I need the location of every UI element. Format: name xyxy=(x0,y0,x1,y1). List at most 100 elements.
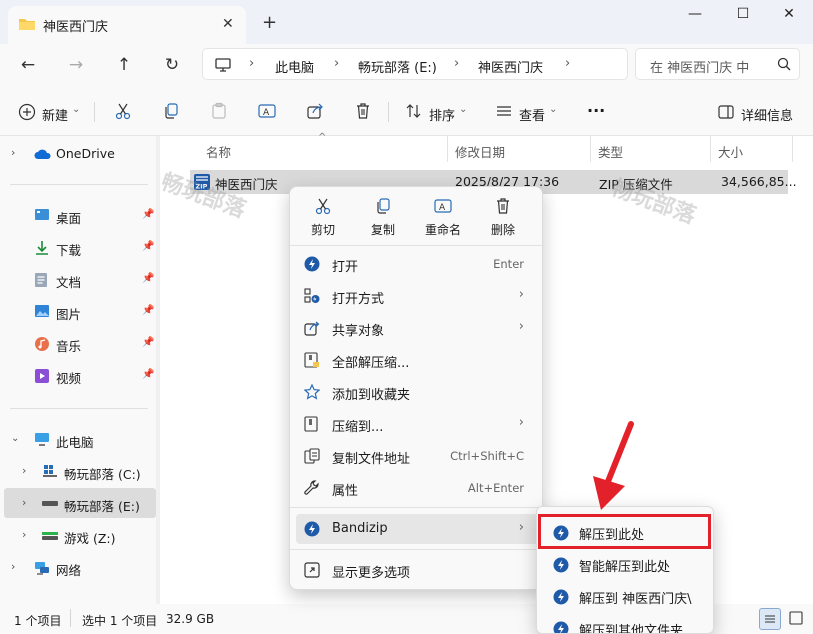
minimize-button[interactable]: — xyxy=(672,6,718,28)
pictures-icon xyxy=(34,304,50,318)
sidebar-item-drive-e[interactable]: › 畅玩部落 (E:) xyxy=(4,488,156,518)
menu-item-compress-to[interactable]: 压缩到... › xyxy=(296,409,538,439)
address-bar[interactable]: › 此电脑 › 畅玩部落 (E:) › 神医西门庆 › xyxy=(202,48,628,80)
tab-close-icon[interactable]: ✕ xyxy=(222,16,234,32)
column-divider[interactable] xyxy=(590,136,591,162)
cut-button[interactable]: 剪切 xyxy=(298,195,348,243)
new-tab-button[interactable]: + xyxy=(262,12,277,33)
menu-item-open-with[interactable]: 打开方式 › xyxy=(296,281,538,311)
copy-icon xyxy=(358,197,408,215)
column-divider[interactable] xyxy=(710,136,711,162)
chevron-right-icon: › xyxy=(454,56,460,71)
submenu-item-extract-to-folder[interactable]: 解压到 神医西门庆\ xyxy=(541,581,711,611)
pin-icon: 📌 xyxy=(142,369,155,380)
breadcrumb-item[interactable]: 此电脑 xyxy=(275,57,314,76)
menu-item-label: 压缩到... xyxy=(332,420,384,435)
title-bar: 神医西门庆 ✕ + — ☐ ✕ xyxy=(0,0,813,44)
details-button[interactable]: 详细信息 xyxy=(741,105,793,124)
navigation-pane: › OneDrive 桌面 📌 下载 📌 文档 📌 图片 📌 音乐 📌 视频 📌… xyxy=(0,136,160,604)
menu-divider xyxy=(290,549,542,550)
column-header-date[interactable]: 修改日期 xyxy=(455,142,505,161)
column-header-name[interactable]: 名称 xyxy=(206,142,231,161)
share-icon xyxy=(304,320,320,336)
chevron-down-icon[interactable]: ⌄ xyxy=(11,433,19,444)
sidebar-item-label: 文档 xyxy=(56,275,82,290)
sidebar-item-this-pc[interactable]: ⌄ 此电脑 xyxy=(0,424,156,454)
menu-item-properties[interactable]: 属性 Alt+Enter xyxy=(296,473,538,503)
chevron-right-icon[interactable]: › xyxy=(22,496,26,509)
menu-item-share[interactable]: 共享对象 › xyxy=(296,313,538,343)
chevron-right-icon: › xyxy=(518,319,524,334)
forward-button[interactable]: → xyxy=(65,55,87,77)
music-icon xyxy=(34,336,50,352)
breadcrumb-item[interactable]: 畅玩部落 (E:) xyxy=(358,57,437,76)
back-button[interactable]: ← xyxy=(17,55,39,77)
sidebar-item-desktop[interactable]: 桌面 📌 xyxy=(0,200,156,230)
delete-button[interactable]: 删除 xyxy=(478,195,528,243)
menu-item-open[interactable]: 打开 Enter xyxy=(296,249,538,279)
chevron-right-icon[interactable]: › xyxy=(22,528,26,541)
chevron-right-icon[interactable]: › xyxy=(22,464,26,477)
column-divider[interactable] xyxy=(792,136,793,162)
copy-icon[interactable] xyxy=(162,102,180,120)
sort-button[interactable]: 排序 xyxy=(429,105,455,124)
menu-item-copy-path[interactable]: 复制文件地址 Ctrl+Shift+C xyxy=(296,441,538,471)
menu-item-add-to-favorites[interactable]: 添加到收藏夹 xyxy=(296,377,538,407)
column-header-size[interactable]: 大小 xyxy=(718,142,743,161)
sidebar-item-label: 畅玩部落 (C:) xyxy=(64,467,141,482)
sidebar-item-drive-c[interactable]: › 畅玩部落 (C:) xyxy=(0,456,156,486)
paste-icon[interactable] xyxy=(210,102,228,120)
shortcut-label: Ctrl+Shift+C xyxy=(450,449,524,463)
sidebar-item-documents[interactable]: 文档 📌 xyxy=(0,264,156,294)
rename-icon: A xyxy=(418,197,468,215)
submenu-item-extract-to-other[interactable]: 解压到其他文件夹... xyxy=(541,613,711,633)
search-input[interactable]: 在 神医西门庆 中 xyxy=(635,48,800,80)
sidebar-item-pictures[interactable]: 图片 📌 xyxy=(0,296,156,326)
share-icon[interactable] xyxy=(306,102,324,120)
chevron-right-icon: › xyxy=(334,56,340,71)
shortcut-label: Enter xyxy=(493,257,524,271)
details-pane-icon xyxy=(718,104,734,120)
menu-item-label: 打开方式 xyxy=(332,292,385,307)
breadcrumb-item[interactable]: 神医西门庆 xyxy=(478,57,543,76)
menu-item-label: 全部解压缩... xyxy=(332,356,410,371)
chevron-down-icon: ⌄ xyxy=(72,104,81,115)
close-button[interactable]: ✕ xyxy=(766,6,812,28)
submenu-item-smart-extract[interactable]: 智能解压到此处 xyxy=(541,549,711,579)
rename-icon[interactable]: A xyxy=(258,102,276,120)
new-button[interactable]: 新建 xyxy=(42,105,68,124)
copy-button[interactable]: 复制 xyxy=(358,195,408,243)
maximize-button[interactable]: ☐ xyxy=(720,6,766,28)
chevron-right-icon[interactable]: › xyxy=(11,146,15,159)
column-header-type[interactable]: 类型 xyxy=(598,142,623,161)
more-options-button[interactable]: ··· xyxy=(587,101,605,120)
chevron-right-icon[interactable]: › xyxy=(565,56,570,71)
network-icon xyxy=(34,560,50,576)
chevron-right-icon: › xyxy=(249,56,255,71)
sidebar-item-music[interactable]: 音乐 📌 xyxy=(0,328,156,358)
chevron-right-icon[interactable]: › xyxy=(11,560,15,573)
menu-item-show-more-options[interactable]: 显示更多选项 xyxy=(296,555,538,585)
sidebar-item-downloads[interactable]: 下载 📌 xyxy=(0,232,156,262)
tab-active[interactable]: 神医西门庆 ✕ xyxy=(8,6,246,44)
sidebar-item-videos[interactable]: 视频 📌 xyxy=(0,360,156,390)
cut-icon[interactable] xyxy=(114,102,132,120)
search-placeholder: 在 神医西门庆 中 xyxy=(650,61,750,76)
menu-item-bandizip[interactable]: Bandizip › xyxy=(296,514,538,544)
rename-button[interactable]: A 重命名 xyxy=(418,195,468,243)
show-more-icon xyxy=(304,562,320,578)
delete-icon[interactable] xyxy=(354,102,372,120)
sidebar-item-drive-z[interactable]: › 游戏 (Z:) xyxy=(0,520,156,550)
details-view-button[interactable] xyxy=(759,608,781,630)
folder-icon xyxy=(18,16,36,32)
sidebar-item-onedrive[interactable]: › OneDrive xyxy=(0,138,156,168)
sidebar-item-network[interactable]: › 网络 xyxy=(0,552,156,582)
menu-item-label: 添加到收藏夹 xyxy=(332,388,411,403)
up-button[interactable]: ↑ xyxy=(113,55,135,77)
view-button[interactable]: 查看 xyxy=(519,105,545,124)
svg-text:A: A xyxy=(439,203,446,213)
menu-item-extract-all[interactable]: 全部解压缩... xyxy=(296,345,538,375)
refresh-button[interactable]: ↻ xyxy=(161,55,183,77)
tiles-view-button[interactable] xyxy=(788,610,804,626)
column-divider[interactable] xyxy=(447,136,448,162)
